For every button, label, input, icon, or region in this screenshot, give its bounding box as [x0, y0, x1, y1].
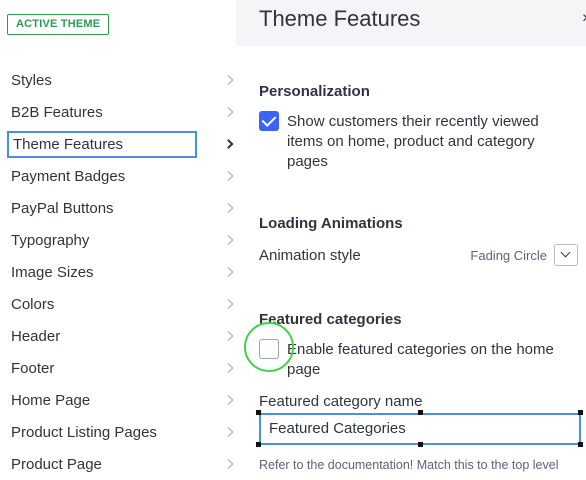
sidebar-item-product-page[interactable]: Product Page: [0, 448, 236, 480]
chevron-right-icon: [223, 139, 234, 149]
sidebar-item-label: Header: [11, 327, 61, 345]
sidebar-item-home-page[interactable]: Home Page: [0, 384, 236, 416]
sidebar-item-label: Styles: [11, 71, 52, 89]
sidebar-item-paypal-buttons[interactable]: PayPal Buttons: [0, 192, 236, 224]
featured-category-name-input[interactable]: Featured Categories: [259, 413, 581, 445]
sidebar-item-label: Footer: [11, 359, 55, 377]
chevron-right-icon: [223, 395, 234, 405]
resize-handle: [256, 442, 261, 447]
sidebar-item-label: Home Page: [11, 391, 91, 409]
sidebar-item-styles[interactable]: Styles: [0, 64, 236, 96]
chevron-right-icon: [223, 171, 234, 181]
resize-handle: [418, 442, 423, 447]
recently-viewed-checkbox[interactable]: [259, 111, 279, 131]
panel-header: Theme Features ×: [236, 0, 586, 46]
sidebar-item-product-listing-pages[interactable]: Product Listing Pages: [0, 416, 236, 448]
chevron-down-icon: [560, 247, 571, 258]
resize-handle: [578, 410, 583, 415]
close-icon[interactable]: ×: [582, 10, 586, 27]
resize-handle: [578, 442, 583, 447]
animation-style-label: Animation style: [259, 247, 361, 264]
animation-style-dropdown[interactable]: [554, 244, 578, 266]
click-indicator: [244, 322, 294, 372]
chevron-right-icon: [223, 203, 234, 213]
chevron-right-icon: [223, 267, 234, 277]
sidebar-item-label: Theme Features: [7, 130, 197, 158]
featured-category-help-text: Refer to the documentation! Match this t…: [259, 458, 559, 472]
sidebar: ACTIVE THEME Styles B2B Features Theme F…: [0, 0, 236, 478]
sidebar-item-label: PayPal Buttons: [11, 199, 114, 217]
sidebar-item-typography[interactable]: Typography: [0, 224, 236, 256]
resize-handle: [418, 410, 423, 415]
animation-style-value[interactable]: Fading Circle: [426, 248, 547, 263]
sidebar-item-theme-features[interactable]: Theme Features: [0, 128, 236, 160]
featured-categories-checkbox-label: Enable featured categories on the home p…: [287, 341, 554, 378]
featured-category-name-label: Featured category name: [259, 393, 423, 410]
sidebar-item-label: Product Page: [11, 455, 102, 473]
sidebar-item-label: Typography: [11, 231, 90, 249]
chevron-right-icon: [223, 459, 234, 469]
sidebar-item-header[interactable]: Header: [0, 320, 236, 352]
sidebar-item-image-sizes[interactable]: Image Sizes: [0, 256, 236, 288]
chevron-right-icon: [223, 107, 234, 117]
sidebar-item-label: B2B Features: [11, 103, 103, 121]
sidebar-item-label: Image Sizes: [11, 263, 94, 281]
sidebar-item-colors[interactable]: Colors: [0, 288, 236, 320]
sidebar-nav: Styles B2B Features Theme Features Payme…: [0, 64, 236, 480]
chevron-right-icon: [223, 363, 234, 373]
section-title-personalization: Personalization: [259, 83, 370, 100]
sidebar-item-payment-badges[interactable]: Payment Badges: [0, 160, 236, 192]
sidebar-item-label: Colors: [11, 295, 55, 313]
recently-viewed-checkbox-label: Show customers their recently viewed ite…: [287, 113, 539, 170]
active-theme-badge: ACTIVE THEME: [7, 14, 110, 35]
panel-title: Theme Features: [259, 6, 421, 31]
chevron-right-icon: [223, 427, 234, 437]
chevron-right-icon: [223, 299, 234, 309]
chevron-right-icon: [223, 75, 234, 85]
sidebar-item-footer[interactable]: Footer: [0, 352, 236, 384]
sidebar-item-label: Payment Badges: [11, 167, 126, 185]
resize-handle: [256, 410, 261, 415]
chevron-right-icon: [223, 235, 234, 245]
chevron-right-icon: [223, 331, 234, 341]
theme-features-panel: Theme Features × Personalization Show cu…: [236, 0, 586, 478]
section-title-loading-animations: Loading Animations: [259, 215, 403, 232]
sidebar-item-b2b-features[interactable]: B2B Features: [0, 96, 236, 128]
sidebar-item-label: Product Listing Pages: [11, 423, 157, 441]
